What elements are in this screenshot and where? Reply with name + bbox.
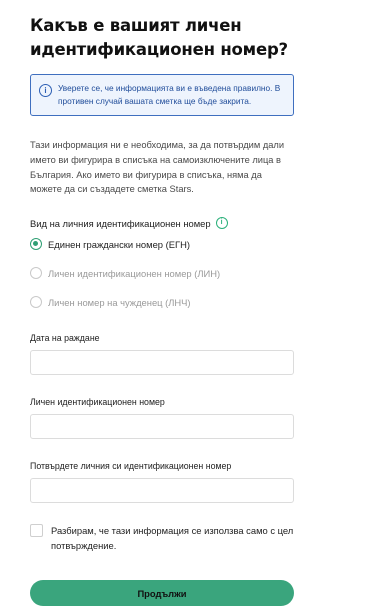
radio-button-selected[interactable] [30,238,42,251]
page-title: Какъв е вашият личен идентификационен но… [30,16,288,59]
id-number-confirm-label: Потвърдете личния си идентификационен но… [30,461,232,472]
id-type-label-row: Вид на личния идентификационен номер i [30,217,294,230]
description-text: Тази информация ни е необходима, за да п… [30,140,285,195]
radio-button[interactable] [30,296,42,309]
consent-text: Разбирам, че тази информация се използва… [51,525,294,552]
id-number-input[interactable] [30,414,294,440]
info-icon[interactable]: i [215,217,228,230]
notice-text: Уверете се, че информацията ви е въведен… [58,83,281,106]
id-number-confirm-input[interactable] [30,478,294,504]
radio-label: Личен идентификационен номер (ЛИН) [48,267,221,279]
form-container: Какъв е вашият личен идентификационен но… [30,0,294,606]
info-notice: i Уверете се, че информацията ви е въвед… [30,74,294,116]
id-type-label: Вид на личния идентификационен номер [30,217,211,229]
birth-date-label: Дата на раждане [30,333,100,344]
radio-option-egn[interactable]: Единен граждански номер (ЕГН) [30,237,294,251]
radio-button[interactable] [30,267,42,280]
info-icon: i [39,84,52,97]
consent-row[interactable]: Разбирам, че тази информация се използва… [30,523,294,553]
radio-option-lnch[interactable]: Личен номер на чужденец (ЛНЧ) [30,295,294,309]
birth-date-input[interactable] [30,350,294,376]
consent-checkbox[interactable] [30,524,43,538]
radio-label: Единен граждански номер (ЕГН) [48,238,190,250]
radio-label: Личен номер на чужденец (ЛНЧ) [48,296,191,308]
id-number-label: Личен идентификационен номер [30,397,165,408]
continue-button[interactable]: Продължи [30,580,294,606]
radio-option-lin[interactable]: Личен идентификационен номер (ЛИН) [30,266,294,280]
